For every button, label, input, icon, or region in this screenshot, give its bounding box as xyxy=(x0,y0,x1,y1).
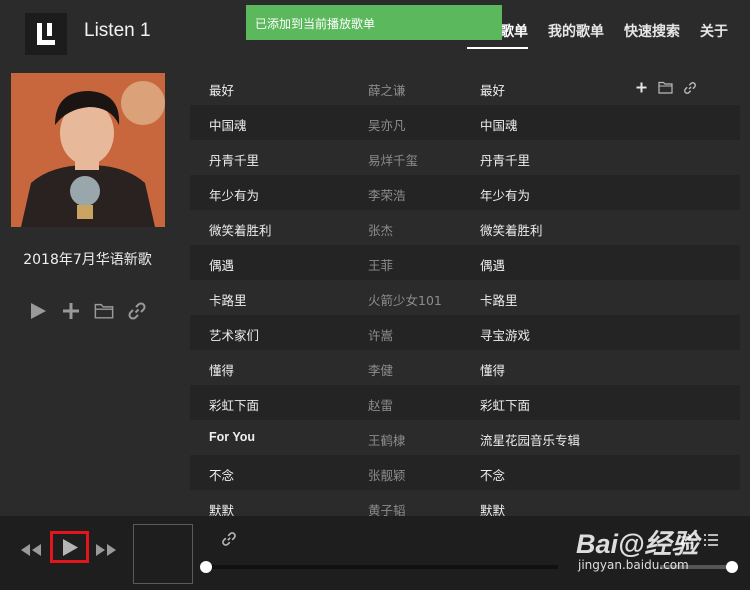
previous-track-icon[interactable] xyxy=(20,543,42,557)
song-album[interactable]: 流星花园音乐专辑 xyxy=(480,430,580,449)
playlist-actions xyxy=(28,300,147,322)
folder-icon[interactable] xyxy=(658,81,673,94)
watermark-url: jingyan.baidu.com xyxy=(578,558,689,572)
song-title[interactable]: 不念 xyxy=(209,465,234,484)
app-logo[interactable] xyxy=(25,13,67,55)
playlist-cover xyxy=(11,73,165,227)
song-album[interactable]: 寻宝游戏 xyxy=(480,325,530,344)
link-icon xyxy=(128,302,146,320)
song-title[interactable]: 艺术家们 xyxy=(209,325,259,344)
song-title[interactable]: 年少有为 xyxy=(209,185,259,204)
toast-notification: 已添加到当前播放歌单 xyxy=(246,5,502,40)
song-row[interactable]: 年少有为 李荣浩 年少有为 xyxy=(190,175,740,210)
song-title[interactable]: 微笑着胜利 xyxy=(209,220,272,239)
play-all-button[interactable] xyxy=(28,300,48,322)
song-artist[interactable]: 许嵩 xyxy=(368,325,393,344)
add-all-button[interactable] xyxy=(61,300,81,322)
song-artist[interactable]: 薛之谦 xyxy=(368,80,406,99)
song-album[interactable]: 彩虹下面 xyxy=(480,395,530,414)
song-artist[interactable]: 张杰 xyxy=(368,220,393,239)
song-row[interactable]: 丹青千里 易烊千玺 丹青千里 xyxy=(190,140,740,175)
song-title[interactable]: For You xyxy=(209,430,255,444)
song-row[interactable]: 微笑着胜利 张杰 微笑着胜利 xyxy=(190,210,740,245)
song-artist[interactable]: 王鹤棣 xyxy=(368,430,406,449)
progress-handle[interactable] xyxy=(200,561,212,573)
song-title[interactable]: 懂得 xyxy=(209,360,234,379)
link-icon[interactable] xyxy=(221,531,237,547)
song-row[interactable]: 懂得 李健 懂得 xyxy=(190,350,740,385)
song-album[interactable]: 年少有为 xyxy=(480,185,530,204)
song-album[interactable]: 最好 xyxy=(480,80,505,99)
nav-quick-search[interactable]: 快速搜索 xyxy=(624,21,680,49)
song-row[interactable]: 最好 薛之谦 最好 xyxy=(190,70,740,105)
copy-link-button[interactable] xyxy=(127,300,147,322)
play-icon xyxy=(63,539,78,556)
song-album[interactable]: 懂得 xyxy=(480,360,505,379)
link-icon[interactable] xyxy=(683,81,697,95)
song-album[interactable]: 卡路里 xyxy=(480,290,518,309)
now-playing-cover xyxy=(133,524,193,584)
song-row-tools xyxy=(635,81,697,95)
song-album[interactable]: 不念 xyxy=(480,465,505,484)
song-row[interactable]: 卡路里 火箭少女101 卡路里 xyxy=(190,280,740,315)
song-album[interactable]: 丹青千里 xyxy=(480,150,530,169)
song-artist[interactable]: 王菲 xyxy=(368,255,393,274)
top-bar: Listen 1 歌单 我的歌单 快速搜索 关于 已添加到当前播放歌单 xyxy=(0,0,750,64)
song-artist[interactable]: 李健 xyxy=(368,360,393,379)
folder-icon xyxy=(94,303,114,319)
song-row[interactable]: 艺术家们 许嵩 寻宝游戏 xyxy=(190,315,740,350)
song-artist[interactable]: 吴亦凡 xyxy=(368,115,406,134)
song-row[interactable]: 中国魂 吴亦凡 中国魂 xyxy=(190,105,740,140)
song-title[interactable]: 彩虹下面 xyxy=(209,395,259,414)
play-icon xyxy=(31,303,46,319)
song-artist[interactable]: 赵雷 xyxy=(368,395,393,414)
add-to-playlist-button[interactable] xyxy=(94,300,114,322)
song-album[interactable]: 中国魂 xyxy=(480,115,518,134)
watermark-logo: Bai@经验 xyxy=(576,529,699,559)
song-album[interactable]: 偶遇 xyxy=(480,255,505,274)
progress-bar[interactable] xyxy=(200,561,558,573)
song-row[interactable]: For You 王鹤棣 流星花园音乐专辑 xyxy=(190,420,740,455)
song-row[interactable]: 偶遇 王菲 偶遇 xyxy=(190,245,740,280)
song-title[interactable]: 中国魂 xyxy=(209,115,247,134)
song-list: 最好 薛之谦 最好 中国魂 吴亦凡 中国魂 丹青千里 易烊千玺 丹青千里 年少有… xyxy=(190,70,740,518)
song-title[interactable]: 丹青千里 xyxy=(209,150,259,169)
song-row[interactable]: 不念 张靓颖 不念 xyxy=(190,455,740,490)
app-title: Listen 1 xyxy=(84,20,151,41)
song-artist[interactable]: 易烊千玺 xyxy=(368,150,418,169)
play-pause-button[interactable] xyxy=(50,531,89,563)
song-title[interactable]: 偶遇 xyxy=(209,255,234,274)
nav-about[interactable]: 关于 xyxy=(700,21,728,49)
plus-icon xyxy=(63,303,79,319)
song-title[interactable]: 卡路里 xyxy=(209,290,247,309)
nav-my-playlists[interactable]: 我的歌单 xyxy=(548,21,604,49)
song-album[interactable]: 微笑着胜利 xyxy=(480,220,543,239)
song-artist[interactable]: 火箭少女101 xyxy=(368,290,442,309)
main-nav: 歌单 我的歌单 快速搜索 关于 xyxy=(467,21,748,49)
song-artist[interactable]: 张靓颖 xyxy=(368,465,406,484)
song-row[interactable]: 默默 黄子韬 默默 xyxy=(190,490,740,518)
song-title[interactable]: 最好 xyxy=(209,80,234,99)
song-row[interactable]: 彩虹下面 赵雷 彩虹下面 xyxy=(190,385,740,420)
playlist-title: 2018年7月华语新歌 xyxy=(23,252,152,268)
plus-icon[interactable] xyxy=(635,81,648,94)
next-track-icon[interactable] xyxy=(95,543,117,557)
song-artist[interactable]: 李荣浩 xyxy=(368,185,406,204)
watermark: Bai@经验 jingyan.baidu.com xyxy=(576,520,744,580)
